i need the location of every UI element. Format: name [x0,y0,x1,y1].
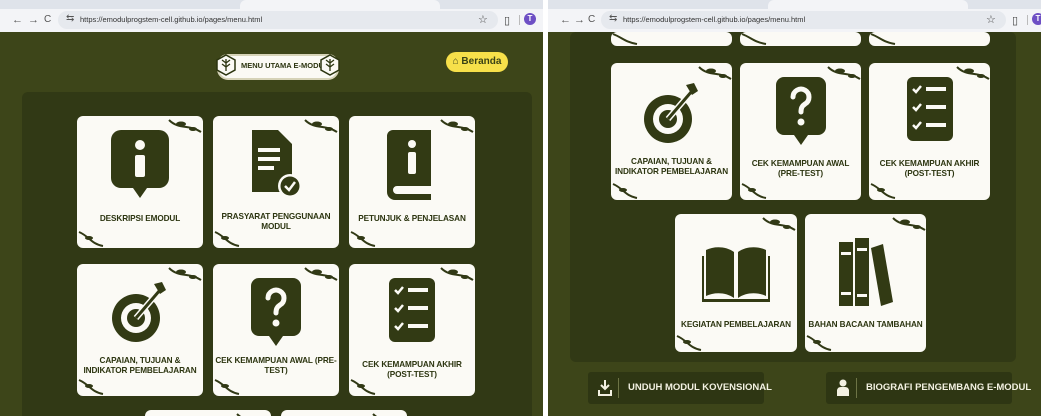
reload-button[interactable]: C [44,13,51,27]
forward-button[interactable]: → [28,13,39,27]
page-content: CAPAIAN, TUJUAN & INDIKATOR PEMBELAJARAN… [548,32,1041,416]
leaf-emblem-icon [216,54,236,76]
target-icon [643,83,698,143]
menu-card-capaian[interactable]: CAPAIAN, TUJUAN & INDIKATOR PEMBELAJARAN [77,264,203,396]
download-icon [598,380,612,396]
menu-card-kegiatan-partial[interactable] [145,410,271,416]
card-label: CEK KEMAMPUAN AWAL (PRE-TEST) [215,356,337,375]
browser-toolbar: ← → C ⇆ https://emodulprogstem-cell.gith… [0,0,543,32]
card-label: DESKRIPSI EMODUL [99,214,181,223]
toolbar-divider [519,15,520,25]
question-icon [775,77,826,145]
tab-strip [548,0,1041,9]
card-label: CEK KEMAMPUAN AKHIR (POST-TEST) [879,159,980,178]
extensions-icon[interactable]: ▯ [504,14,510,28]
url-text: https://emodulprogstem-cell.github.io/pa… [623,15,806,24]
unduh-modul-label: UNDUH MODUL KOVENSIONAL [628,382,772,393]
menu-card-posttest[interactable]: CEK KEMAMPUAN AKHIR (POST-TEST) [869,63,990,200]
toolbar-divider [1027,15,1028,25]
menu-card-deskripsi-partial[interactable] [611,32,732,46]
menu-card-deskripsi[interactable]: DESKRIPSI EMODUL [77,116,203,248]
books-icon [838,238,893,306]
browser-window-left: ← → C ⇆ https://emodulprogstem-cell.gith… [0,0,543,416]
menu-card-posttest[interactable]: CEK KEMAMPUAN AKHIR (POST-TEST) [349,264,475,396]
page-title: MENU UTAMA E-MODUL [241,61,329,70]
card-label: PRASYARAT PENGGUNAAN MODUL [221,212,331,231]
menu-card-prasyarat[interactable]: PRASYARAT PENGGUNAAN MODUL [213,116,339,248]
vine-decoration [236,413,242,416]
back-button[interactable]: ← [12,13,23,27]
leaf-emblem-icon [320,54,340,76]
menu-panel: DESKRIPSI EMODUL PRASYARAT PENGGUNAAN MO… [22,92,532,416]
menu-card-pretest[interactable]: CEK KEMAMPUAN AWAL (PRE-TEST) [213,264,339,396]
card-label: CEK KEMAMPUAN AKHIR (POST-TEST) [362,360,462,379]
vine-decoration [372,413,378,416]
address-bar[interactable]: ⇆ https://emodulprogstem-cell.github.io/… [601,11,1006,29]
browser-toolbar: ← → C ⇆ https://emodulprogstem-cell.gith… [548,0,1041,32]
card-label: CEK KEMAMPUAN AWAL (PRE-TEST) [751,159,850,178]
card-label: CAPAIAN, TUJUAN & INDIKATOR PEMBELAJARAN [614,157,729,176]
person-icon [837,379,849,396]
bookmark-star-icon[interactable]: ☆ [478,13,488,27]
profile-avatar[interactable]: T [524,13,536,25]
card-label: BAHAN BACAAN TAMBAHAN [808,320,923,329]
beranda-label: Beranda [461,56,502,67]
info-icon [111,130,169,198]
checklist-icon [389,278,435,342]
back-button[interactable]: ← [560,13,571,27]
menu-card-petunjuk[interactable]: PETUNJUK & PENJELASAN [349,116,475,248]
menu-card-prasyarat-partial[interactable] [740,32,861,46]
url-text: https://emodulprogstem-cell.github.io/pa… [80,15,263,24]
unduh-modul-button[interactable]: UNDUH MODUL KOVENSIONAL [588,372,772,404]
address-bar[interactable]: ⇆ https://emodulprogstem-cell.github.io/… [58,11,498,29]
open-book-icon [702,247,770,302]
question-icon [251,278,301,346]
forward-button[interactable]: → [574,13,585,27]
checklist-icon [906,77,953,141]
manual-book-icon [387,130,431,200]
vine-decoration [741,33,767,45]
vine-decoration [612,33,638,45]
biografi-pengembang-label: BIOGRAFI PENGEMBANG E-MODUL [866,382,1032,393]
card-label: KEGIATAN PEMBELAJARAN [681,320,791,329]
menu-card-capaian[interactable]: CAPAIAN, TUJUAN & INDIKATOR PEMBELAJARAN [611,63,732,200]
page-title-badge: MENU UTAMA E-MODUL [216,54,340,80]
browser-window-right: ← → C ⇆ https://emodulprogstem-cell.gith… [548,0,1041,416]
beranda-button[interactable]: ⌂ Beranda [446,52,508,72]
menu-panel: CAPAIAN, TUJUAN & INDIKATOR PEMBELAJARAN… [570,32,1016,362]
extensions-icon[interactable]: ▯ [1012,14,1018,28]
card-label: PETUNJUK & PENJELASAN [358,214,466,223]
menu-card-petunjuk-partial[interactable] [869,32,990,46]
site-info-icon[interactable]: ⇆ [609,13,617,24]
target-icon [112,282,166,342]
menu-card-bahan-partial[interactable] [281,410,407,416]
document-check-icon [252,130,302,198]
reload-button[interactable]: C [588,13,595,27]
menu-card-bahan-bacaan[interactable]: BAHAN BACAAN TAMBAHAN [805,214,926,352]
profile-avatar[interactable]: T [1032,13,1041,25]
menu-card-kegiatan[interactable]: KEGIATAN PEMBELAJARAN [675,214,797,352]
biografi-pengembang-button[interactable]: BIOGRAFI PENGEMBANG E-MODUL [826,372,1031,404]
tab-strip [0,0,543,9]
bookmark-star-icon[interactable]: ☆ [986,13,996,27]
page-content: MENU UTAMA E-MODUL ⌂ Beranda DESKRIPSI E… [0,32,543,416]
menu-card-pretest[interactable]: CEK KEMAMPUAN AWAL (PRE-TEST) [740,63,861,200]
vine-decoration [870,33,896,45]
site-info-icon[interactable]: ⇆ [66,13,74,24]
card-label: CAPAIAN, TUJUAN & INDIKATOR PEMBELAJARAN [83,356,197,375]
